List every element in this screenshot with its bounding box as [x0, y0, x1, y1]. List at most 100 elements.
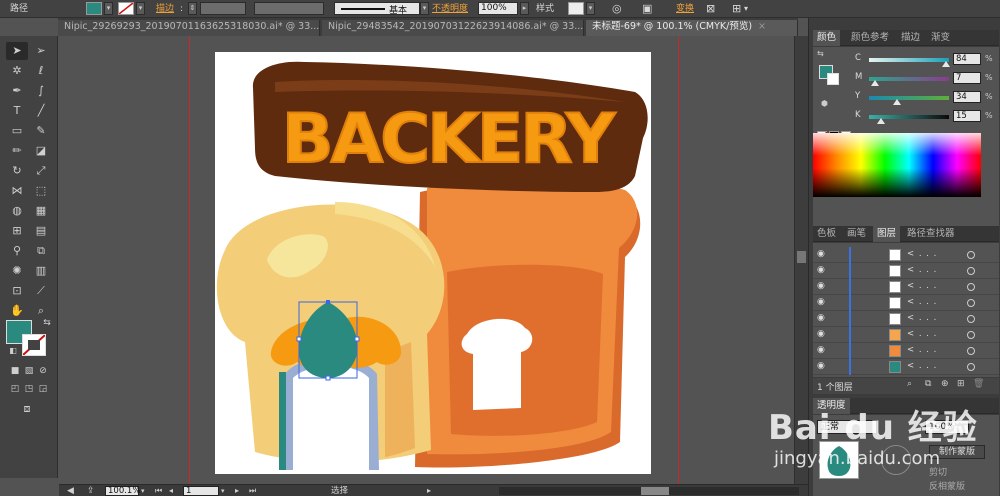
status-mode-label[interactable]: 选择: [331, 485, 348, 496]
opacity-link[interactable]: 不透明度: [432, 2, 468, 16]
clipping-mask-icon[interactable]: ⧉: [925, 379, 931, 389]
stroke-weight-dropdown[interactable]: [200, 2, 246, 15]
variable-width-dropdown[interactable]: [254, 2, 324, 15]
column-graph-tool-icon[interactable]: ▥: [30, 262, 52, 280]
pencil-tool-icon[interactable]: ✏: [6, 142, 28, 160]
anchor-top[interactable]: [326, 300, 330, 304]
swap-fill-stroke-icon[interactable]: ⇆: [36, 314, 58, 332]
scrollbar-thumb[interactable]: [641, 487, 669, 495]
first-artboard-icon[interactable]: ⏮: [155, 485, 162, 496]
channel-slider[interactable]: [869, 96, 949, 100]
target-icon[interactable]: [967, 283, 975, 291]
horizontal-scrollbar[interactable]: [499, 487, 799, 495]
magic-wand-tool-icon[interactable]: ✲: [6, 62, 28, 80]
eye-icon[interactable]: ◉: [817, 281, 825, 291]
target-icon[interactable]: [967, 315, 975, 323]
fill-dropdown-icon[interactable]: ▾: [104, 2, 113, 15]
anchor-bottom[interactable]: [325, 375, 331, 381]
default-colors-icon[interactable]: ◧: [2, 342, 24, 360]
eraser-tool-icon[interactable]: ◪: [30, 142, 52, 160]
pen-tool-icon[interactable]: ✒: [6, 82, 28, 100]
tab-transparency[interactable]: 透明度: [813, 398, 850, 414]
color-spectrum[interactable]: [813, 133, 981, 197]
free-transform-tool-icon[interactable]: ⬚: [30, 182, 52, 200]
recolor-icon[interactable]: ◎: [612, 2, 622, 16]
distribute-icon[interactable]: ⊞: [732, 2, 741, 16]
layer-row[interactable]: ◉ < . . .: [813, 343, 999, 359]
layer-row[interactable]: ◉ < . . .: [813, 279, 999, 295]
slider-knob[interactable]: [877, 118, 885, 124]
slider-knob[interactable]: [893, 99, 901, 105]
eye-icon[interactable]: ◉: [817, 313, 825, 323]
target-icon[interactable]: [967, 331, 975, 339]
slider-knob[interactable]: [871, 80, 879, 86]
type-tool-icon[interactable]: T: [6, 102, 28, 120]
artboard[interactable]: BACKERY: [215, 52, 651, 474]
tab-document-1[interactable]: Nipic_29269293_20190701163625318030.ai* …: [58, 20, 320, 36]
layer-row[interactable]: ◉ < . . .: [813, 359, 999, 375]
canvas-area[interactable]: BACKERY: [59, 36, 794, 484]
status-menu-icon[interactable]: ▸: [427, 485, 431, 496]
prev-artboard-icon[interactable]: ◂: [169, 485, 173, 496]
artboard-number-input[interactable]: 1: [183, 486, 219, 496]
next-artboard-icon[interactable]: ▸: [235, 485, 239, 496]
stroke-weight-stepper[interactable]: ⇕: [188, 2, 197, 15]
screen-mode-icon[interactable]: ⧈: [16, 400, 38, 418]
opacity-input[interactable]: 100%: [925, 420, 969, 434]
slider-knob[interactable]: [942, 61, 950, 67]
status-arrow-icon[interactable]: ◀: [67, 485, 74, 496]
tab-stroke[interactable]: 描边: [897, 30, 924, 46]
eye-icon[interactable]: ◉: [817, 329, 825, 339]
target-icon[interactable]: [967, 363, 975, 371]
align-icon[interactable]: ▣: [642, 2, 652, 16]
isolate-icon[interactable]: ⊠: [706, 2, 715, 16]
eye-icon[interactable]: ◉: [817, 265, 825, 275]
brush-style-dropdown[interactable]: 基本: [334, 2, 420, 16]
brush-dropdown-icon[interactable]: ▾: [420, 2, 429, 15]
tab-pathfinder[interactable]: 路径查找器: [903, 226, 959, 242]
width-tool-icon[interactable]: ⋈: [6, 182, 28, 200]
stroke-dropdown-icon[interactable]: ▾: [136, 2, 145, 15]
curvature-tool-icon[interactable]: ∫: [30, 82, 52, 100]
layer-row[interactable]: ◉ < . . .: [813, 327, 999, 343]
line-tool-icon[interactable]: ╱: [30, 102, 52, 120]
draw-inside-icon[interactable]: ◲: [32, 380, 54, 398]
opacity-arrow-icon[interactable]: ▸: [520, 2, 529, 15]
stroke-link[interactable]: 描边: [156, 2, 174, 16]
clip-checkbox-label[interactable]: 剪切: [929, 465, 947, 478]
last-artboard-icon[interactable]: ⏭: [249, 485, 256, 496]
channel-value-input[interactable]: 84: [953, 53, 981, 65]
graphic-style-swatch[interactable]: [568, 2, 584, 15]
scale-tool-icon[interactable]: ⤢: [30, 162, 52, 180]
perspective-grid-tool-icon[interactable]: ▦: [30, 202, 52, 220]
blend-mode-dropdown[interactable]: 正常: [817, 420, 877, 434]
eye-icon[interactable]: ◉: [817, 297, 825, 307]
tab-document-active[interactable]: 未标题-69* @ 100.1% (CMYK/预览) ×: [586, 20, 798, 36]
transform-link[interactable]: 变换: [676, 2, 694, 16]
target-icon[interactable]: [967, 251, 975, 259]
target-icon[interactable]: [967, 347, 975, 355]
channel-value-input[interactable]: 34: [953, 91, 981, 103]
tab-layers[interactable]: 图层: [873, 226, 901, 242]
slice-tool-icon[interactable]: ⟋: [30, 282, 52, 300]
anchor-right[interactable]: [354, 336, 360, 342]
make-mask-button[interactable]: 制作蒙版: [929, 445, 985, 459]
zoom-input[interactable]: 100.1%: [105, 486, 140, 496]
tab-gradient[interactable]: 渐变: [927, 30, 954, 46]
delete-layer-icon[interactable]: 🗑: [973, 379, 984, 389]
layer-row[interactable]: ◉ < . . .: [813, 247, 999, 263]
mesh-tool-icon[interactable]: ⊞: [6, 222, 28, 240]
new-layer-icon[interactable]: ⊞: [957, 379, 965, 389]
invert-mask-checkbox-label[interactable]: 反相蒙版: [929, 479, 965, 492]
channel-slider[interactable]: [869, 77, 949, 81]
layer-row[interactable]: ◉ < . . .: [813, 263, 999, 279]
layer-row[interactable]: ◉ < . . .: [813, 295, 999, 311]
vertical-scrollbar[interactable]: [794, 36, 808, 484]
eye-icon[interactable]: ◉: [817, 249, 825, 259]
rectangle-tool-icon[interactable]: ▭: [6, 122, 28, 140]
tab-color[interactable]: 颜色: [813, 30, 841, 46]
rotate-tool-icon[interactable]: ↻: [6, 162, 28, 180]
scrollbar-thumb[interactable]: [797, 251, 806, 263]
lasso-tool-icon[interactable]: ℓ: [30, 62, 52, 80]
tab-document-2[interactable]: Nipic_29483542_20190703122623914086.ai* …: [322, 20, 584, 36]
